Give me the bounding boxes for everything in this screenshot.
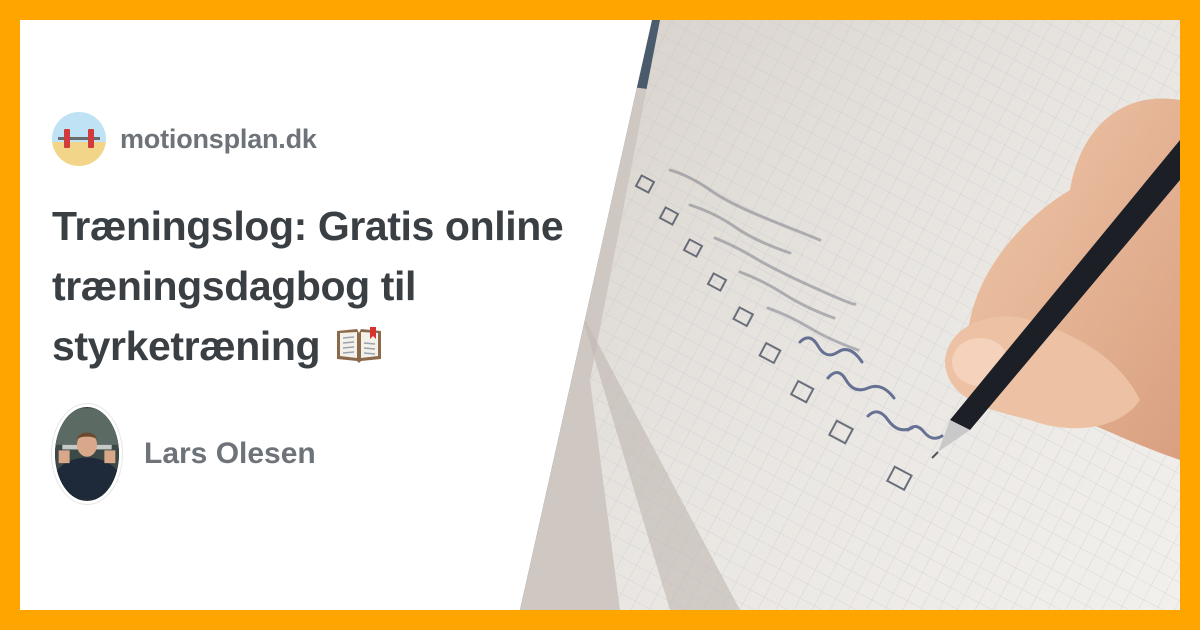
author-photo xyxy=(52,404,122,504)
open-book-icon xyxy=(337,327,382,363)
share-card: motionsplan.dk Træningslog: Gratis onlin… xyxy=(20,20,1180,610)
site-name[interactable]: motionsplan.dk xyxy=(120,124,317,155)
barbell-icon xyxy=(52,112,106,166)
author-name[interactable]: Lars Olesen xyxy=(144,437,316,471)
site-header[interactable]: motionsplan.dk xyxy=(52,112,612,166)
page-title: Træningslog: Gratis online træningsdagbo… xyxy=(52,196,612,376)
card-content: motionsplan.dk Træningslog: Gratis onlin… xyxy=(52,112,612,504)
page-title-text: Træningslog: Gratis online træningsdagbo… xyxy=(52,203,564,369)
author-row[interactable]: Lars Olesen xyxy=(52,404,612,504)
